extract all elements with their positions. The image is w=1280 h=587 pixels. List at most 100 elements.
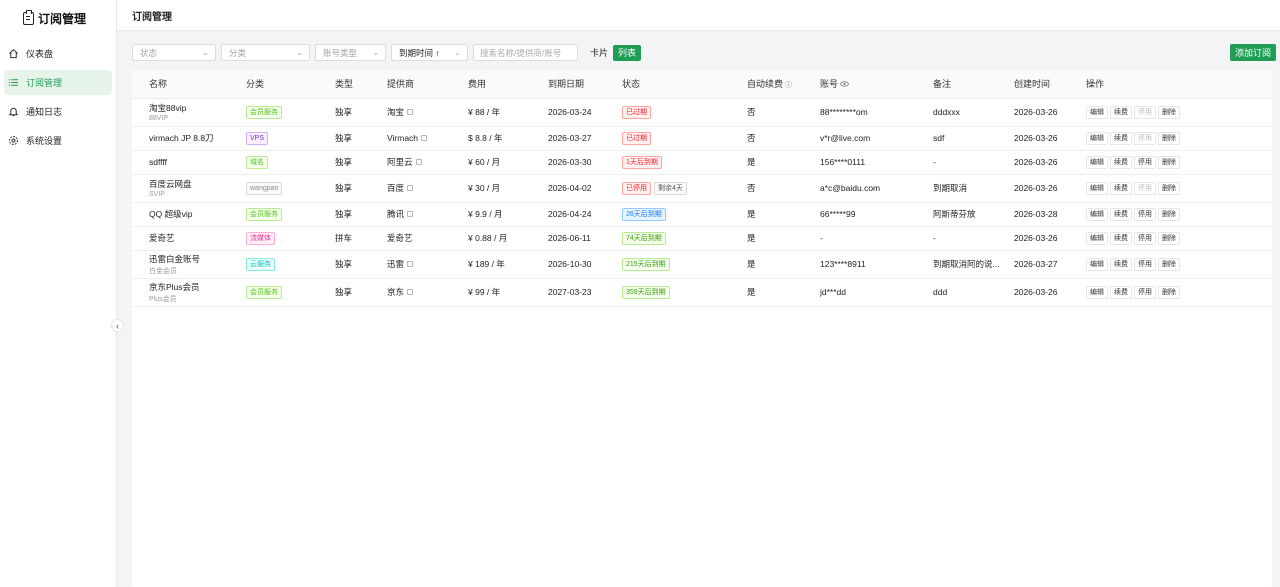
- cell-category: 域名: [246, 150, 335, 175]
- renew-button[interactable]: 续费: [1110, 231, 1132, 245]
- subscription-name: 百度云网盘: [149, 179, 192, 189]
- cell-category: 会员服务: [246, 202, 335, 227]
- external-link-icon[interactable]: [415, 159, 422, 165]
- external-link-icon[interactable]: [421, 135, 428, 141]
- category-tag: 云服务: [246, 257, 275, 271]
- edit-button[interactable]: 编辑: [1086, 285, 1108, 299]
- external-link-icon[interactable]: [407, 261, 414, 267]
- renew-button[interactable]: 续费: [1110, 105, 1132, 119]
- delete-button[interactable]: 删除: [1158, 131, 1180, 145]
- cell-name: virmach JP 8.8刀: [132, 126, 246, 151]
- edit-button[interactable]: 编辑: [1086, 257, 1108, 271]
- col-account: 账号: [820, 70, 933, 99]
- renew-button[interactable]: 续费: [1110, 257, 1132, 271]
- provider-name: Virmach: [387, 133, 419, 143]
- subscription-table: 名称 分类 类型 提供商 费用 到期日期 状态 自动续费 ⓘ 账号 备注 创建时间…: [132, 70, 1272, 307]
- status-badge: 215天后到期: [622, 257, 670, 271]
- delete-button[interactable]: 删除: [1158, 155, 1180, 169]
- eye-icon[interactable]: [840, 81, 849, 89]
- external-link-icon[interactable]: [407, 211, 414, 217]
- cell-account: -: [820, 226, 933, 251]
- subscription-name: 迅雷白金账号: [149, 253, 201, 264]
- view-card-tab[interactable]: 卡片: [585, 45, 613, 61]
- category-select[interactable]: 分类 ⌄: [221, 44, 310, 61]
- subscription-subtitle: 白金会员: [149, 267, 177, 275]
- disable-button[interactable]: 停用: [1134, 131, 1156, 145]
- edit-button[interactable]: 编辑: [1086, 181, 1108, 195]
- collapse-sidebar-button[interactable]: ‹: [111, 319, 124, 332]
- help-icon[interactable]: ⓘ: [785, 80, 792, 90]
- cell-auto-renew: 是: [747, 150, 820, 175]
- cell-category: 流媒体: [246, 226, 335, 251]
- cell-provider: Virmach: [387, 126, 468, 151]
- cell-provider: 迅雷: [387, 250, 468, 279]
- renew-button[interactable]: 续费: [1110, 155, 1132, 169]
- delete-button[interactable]: 删除: [1158, 105, 1180, 119]
- edit-button[interactable]: 编辑: [1086, 131, 1108, 145]
- cell-status: 已停用 剩余4天: [622, 174, 747, 203]
- renew-button[interactable]: 续费: [1110, 181, 1132, 195]
- sort-select[interactable]: 到期时间 ↑ ⌄: [391, 44, 468, 61]
- sidebar-item-subscriptions[interactable]: 订阅管理: [4, 70, 112, 95]
- chevron-down-icon: ⌄: [202, 48, 209, 57]
- view-list-tab[interactable]: 列表: [613, 44, 642, 61]
- edit-button[interactable]: 编辑: [1086, 155, 1108, 169]
- cell-expiry: 2026-04-02: [548, 174, 622, 203]
- disable-button[interactable]: 停用: [1134, 231, 1156, 245]
- disable-button[interactable]: 停用: [1134, 207, 1156, 221]
- app-title: 订阅管理: [38, 11, 87, 26]
- provider-name: 百度: [387, 183, 405, 193]
- edit-button[interactable]: 编辑: [1086, 105, 1108, 119]
- sidebar-item-dashboard[interactable]: 仪表盘: [4, 41, 112, 66]
- col-cost: 费用: [468, 70, 548, 99]
- clipboard-icon: [23, 9, 34, 25]
- sidebar-item-label: 通知日志: [26, 107, 63, 117]
- subscription-name: 爱奇艺: [149, 233, 175, 243]
- disable-button[interactable]: 停用: [1134, 285, 1156, 299]
- account-type-select[interactable]: 账号类型 ⌄: [315, 44, 386, 61]
- cell-actions: 编辑 续费 停用 删除: [1086, 150, 1272, 175]
- cell-provider: 京东: [387, 278, 468, 307]
- edit-button[interactable]: 编辑: [1086, 231, 1108, 245]
- external-link-icon[interactable]: [407, 109, 414, 115]
- disable-button[interactable]: 停用: [1134, 105, 1156, 119]
- cell-account: 123****8911: [820, 250, 933, 279]
- delete-button[interactable]: 删除: [1158, 181, 1180, 195]
- cell-expiry: 2026-04-24: [548, 202, 622, 227]
- subscription-table-card: 名称 分类 类型 提供商 费用 到期日期 状态 自动续费 ⓘ 账号 备注 创建时间…: [132, 70, 1272, 587]
- provider-name: 腾讯: [387, 209, 405, 219]
- search-input[interactable]: 搜索名称/提供商/账号: [473, 44, 578, 61]
- col-type: 类型: [335, 70, 387, 99]
- brand: 订阅管理: [0, 0, 116, 36]
- delete-button[interactable]: 删除: [1158, 207, 1180, 221]
- col-status: 状态: [622, 70, 747, 99]
- bell-icon: [7, 106, 19, 118]
- table-body: 淘宝88vip 88VIP 会员服务 独享 淘宝 ¥ 88 / 年 2026-03-24 已过…: [132, 98, 1272, 307]
- external-link-icon[interactable]: [407, 289, 414, 295]
- cell-actions: 编辑 续费 停用 删除: [1086, 98, 1272, 127]
- sidebar-item-notification-log[interactable]: 通知日志: [4, 99, 112, 124]
- disable-button[interactable]: 停用: [1134, 257, 1156, 271]
- cell-created: 2026-03-26: [1014, 126, 1086, 151]
- cell-account: v*r@live.com: [820, 126, 933, 151]
- renew-button[interactable]: 续费: [1110, 131, 1132, 145]
- disable-button[interactable]: 停用: [1134, 155, 1156, 169]
- renew-button[interactable]: 续费: [1110, 285, 1132, 299]
- cell-status: 1天后到期: [622, 150, 747, 175]
- cell-actions: 编辑 续费 停用 删除: [1086, 226, 1272, 251]
- add-subscription-button[interactable]: 添加订阅: [1230, 44, 1276, 61]
- status-select[interactable]: 状态 ⌄: [132, 44, 216, 61]
- external-link-icon[interactable]: [407, 185, 414, 191]
- edit-button[interactable]: 编辑: [1086, 207, 1108, 221]
- delete-button[interactable]: 删除: [1158, 257, 1180, 271]
- delete-button[interactable]: 删除: [1158, 231, 1180, 245]
- status-badge: 1天后到期: [622, 155, 662, 169]
- cell-actions: 编辑 续费 停用 删除: [1086, 278, 1272, 307]
- sidebar-item-settings[interactable]: 系统设置: [4, 128, 112, 153]
- cell-category: 会员服务: [246, 278, 335, 307]
- sidebar-item-label: 仪表盘: [26, 49, 54, 59]
- disable-button[interactable]: 停用: [1134, 181, 1156, 195]
- cell-type: 独享: [335, 98, 387, 127]
- renew-button[interactable]: 续费: [1110, 207, 1132, 221]
- delete-button[interactable]: 删除: [1158, 285, 1180, 299]
